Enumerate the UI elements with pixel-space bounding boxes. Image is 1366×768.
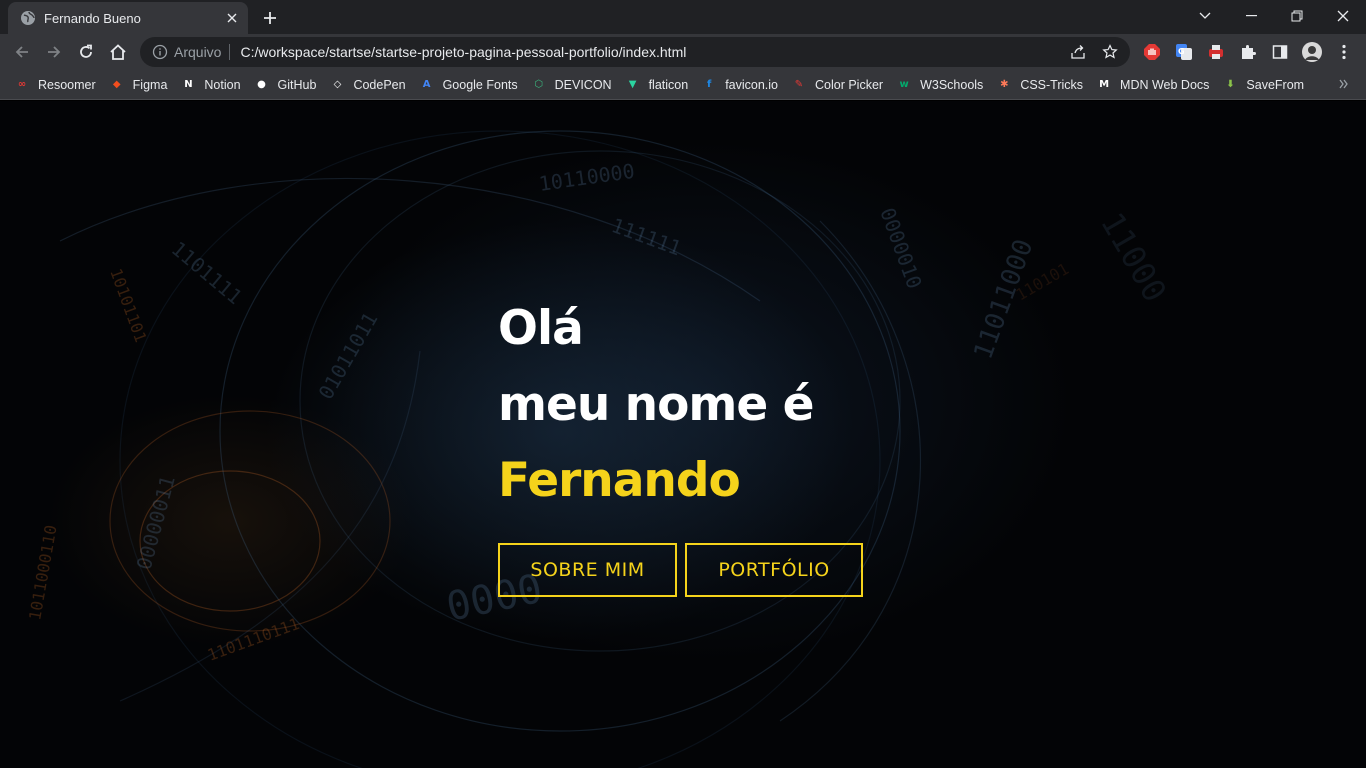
globe-icon xyxy=(20,10,36,26)
savefrom-icon: ⬇ xyxy=(1226,79,1235,90)
hero-buttons: SOBRE MIM PORTFÓLIO xyxy=(498,543,871,597)
adblock-extension-icon[interactable] xyxy=(1142,42,1162,62)
favicon-io-icon: f xyxy=(707,79,712,90)
bookmark-label: MDN Web Docs xyxy=(1120,77,1210,92)
svg-text:00000011: 00000011 xyxy=(132,473,180,572)
resoomer-icon: ∞ xyxy=(17,79,27,90)
page-viewport: 10110000 1101111 0000010 01011011 111111… xyxy=(0,101,1366,768)
forward-icon[interactable] xyxy=(40,38,68,66)
bookmark-codepen[interactable]: ◇ CodePen xyxy=(325,72,413,98)
bookmark-css-tricks[interactable]: ✱ CSS-Tricks xyxy=(992,72,1091,98)
bookmark-devicon[interactable]: ⬡ DEVICON xyxy=(527,72,620,98)
kebab-menu-icon[interactable] xyxy=(1334,42,1354,62)
share-icon[interactable] xyxy=(1070,44,1086,60)
bookmark-label: Resoomer xyxy=(38,77,96,92)
svg-text:11000: 11000 xyxy=(1093,206,1174,308)
address-bar[interactable]: Arquivo C:/workspace/startse/startse-pro… xyxy=(140,37,1130,67)
svg-text:10110000: 10110000 xyxy=(537,159,636,196)
bookmark-github[interactable]: ● GitHub xyxy=(250,72,325,98)
bookmark-google-fonts[interactable]: A Google Fonts xyxy=(415,72,526,98)
tab-search-icon[interactable] xyxy=(1182,0,1228,32)
bookmark-label: Figma xyxy=(132,77,168,92)
svg-text:111111: 111111 xyxy=(608,213,684,260)
new-tab-button[interactable] xyxy=(258,6,282,30)
flaticon-icon: ▼ xyxy=(628,79,637,90)
bookmark-label: GitHub xyxy=(277,77,317,92)
reload-icon[interactable] xyxy=(72,38,100,66)
hero-greeting: Olá xyxy=(498,301,584,356)
bookmark-label: SaveFrom xyxy=(1246,77,1305,92)
bookmark-label: CodePen xyxy=(353,77,406,92)
profile-avatar[interactable] xyxy=(1302,42,1322,62)
css-tricks-icon: ✱ xyxy=(1000,79,1009,90)
google-translate-icon[interactable]: G xyxy=(1174,42,1194,62)
about-me-button[interactable]: SOBRE MIM xyxy=(498,543,677,597)
tab-strip: Fernando Bueno xyxy=(0,0,1366,34)
notion-icon: N xyxy=(184,79,193,90)
bookmark-label: Google Fonts xyxy=(442,77,518,92)
bookmark-w3schools[interactable]: w W3Schools xyxy=(892,72,991,98)
w3schools-icon: w xyxy=(899,79,909,90)
bookmark-star-icon[interactable] xyxy=(1102,44,1118,60)
bookmarks-overflow-icon[interactable] xyxy=(1336,76,1352,92)
svg-text:0000010: 0000010 xyxy=(875,205,926,292)
bookmark-notion[interactable]: N Notion xyxy=(176,72,248,98)
bookmark-label: favicon.io xyxy=(725,77,778,92)
bookmark-label: Color Picker xyxy=(815,77,884,92)
restore-icon[interactable] xyxy=(1274,0,1320,32)
hero-intro: meu nome é xyxy=(498,377,815,432)
bookmark-mdn-web-docs[interactable]: M MDN Web Docs xyxy=(1092,72,1217,98)
google-fonts-icon: A xyxy=(422,79,431,90)
bookmarks-bar: ∞ Resoomer ◆ Figma N Notion ● GitHub ◇ CodePen A Go… xyxy=(0,70,1366,100)
home-icon[interactable] xyxy=(104,38,132,66)
bookmark-label: CSS-Tricks xyxy=(1020,77,1084,92)
bookmark-figma[interactable]: ◆ Figma xyxy=(105,72,176,98)
hero-name: Fernando xyxy=(498,453,741,508)
scheme-label: Arquivo xyxy=(174,44,222,60)
side-panel-icon[interactable] xyxy=(1270,42,1290,62)
bookmark-savefrom[interactable]: ⬇ SaveFrom xyxy=(1218,72,1312,98)
hero-section: Olá meu nome é Fernando SOBRE MIM PORTFÓ… xyxy=(498,291,871,597)
minimize-icon[interactable] xyxy=(1228,0,1274,32)
print-extension-icon[interactable] xyxy=(1206,42,1226,62)
bookmark-label: Notion xyxy=(204,77,241,92)
svg-text:1101111: 1101111 xyxy=(167,236,247,309)
bookmark-color-picker[interactable]: ✎ Color Picker xyxy=(787,72,891,98)
devicon-icon: ⬡ xyxy=(534,79,543,90)
extensions-puzzle-icon[interactable] xyxy=(1238,42,1258,62)
svg-text:10101101: 10101101 xyxy=(106,266,150,345)
svg-text:G: G xyxy=(1178,47,1185,56)
bookmark-resoomer[interactable]: ∞ Resoomer xyxy=(10,72,104,98)
svg-text:1101110111: 1101110111 xyxy=(205,614,302,665)
tab-title: Fernando Bueno xyxy=(44,10,141,26)
close-window-icon[interactable] xyxy=(1320,0,1366,32)
svg-text:01011011: 01011011 xyxy=(314,308,383,403)
portfolio-button[interactable]: PORTFÓLIO xyxy=(685,543,863,597)
codepen-icon: ◇ xyxy=(333,79,342,90)
color-picker-icon: ✎ xyxy=(794,79,804,90)
url-text[interactable]: C:/workspace/startse/startse-projeto-pag… xyxy=(240,44,686,60)
github-icon: ● xyxy=(257,79,266,90)
bookmark-flaticon[interactable]: ▼ flaticon xyxy=(621,72,697,98)
bookmark-label: DEVICON xyxy=(554,77,612,92)
back-icon[interactable] xyxy=(8,38,36,66)
info-icon[interactable] xyxy=(152,44,168,60)
mdn-icon: M xyxy=(1099,79,1110,90)
bookmark-label: flaticon xyxy=(648,77,689,92)
svg-text:1011000110: 1011000110 xyxy=(25,524,60,622)
bookmark-label: W3Schools xyxy=(920,77,984,92)
omnibox-divider xyxy=(229,44,231,60)
tab-active[interactable]: Fernando Bueno xyxy=(8,2,248,34)
browser-toolbar: Arquivo C:/workspace/startse/startse-pro… xyxy=(0,34,1366,70)
figma-icon: ◆ xyxy=(112,79,121,90)
close-tab-icon[interactable] xyxy=(224,10,240,26)
bookmark-favicon-io[interactable]: f favicon.io xyxy=(697,72,786,98)
